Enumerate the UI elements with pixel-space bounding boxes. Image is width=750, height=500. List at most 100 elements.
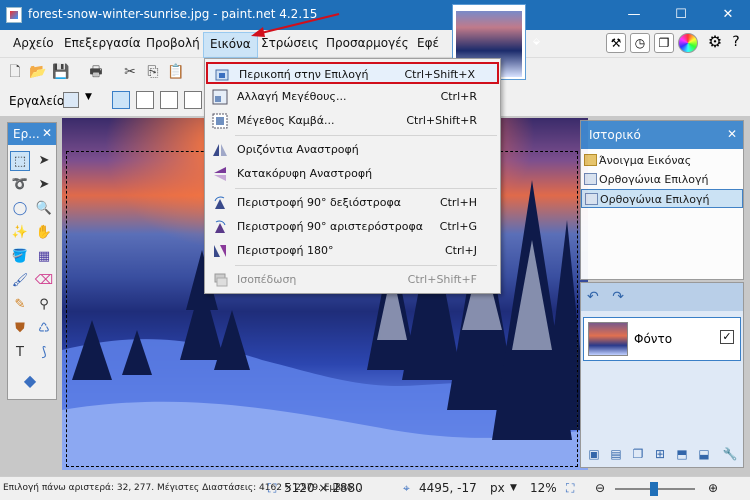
menu-view[interactable]: Προβολή xyxy=(146,36,200,50)
flip-vertical-icon xyxy=(212,166,228,182)
maximize-button[interactable]: ☐ xyxy=(663,4,699,26)
menu-item-rotate-90-cw[interactable]: Περιστροφή 90° δεξιόστροφα Ctrl+H xyxy=(206,192,499,214)
zoom-level[interactable]: 12% xyxy=(530,481,557,495)
paintbrush-icon[interactable]: 🖌 xyxy=(10,271,30,291)
menu-item-rotate-90-ccw[interactable]: Περιστροφή 90° αριστερόστροφα Ctrl+G xyxy=(206,216,499,238)
menu-file[interactable]: Αρχείο xyxy=(13,36,54,50)
document-dropdown-icon[interactable]: ⬙ xyxy=(533,37,543,47)
layer-properties-icon[interactable]: 🔧 xyxy=(721,445,739,463)
delete-layer-icon[interactable]: ▤ xyxy=(607,445,625,463)
colors-toggle-icon[interactable] xyxy=(678,33,698,53)
paintnet-app-icon xyxy=(6,7,22,23)
zoom-to-window-icon[interactable]: ⛶ xyxy=(566,481,574,496)
magic-wand-icon[interactable]: ✨ xyxy=(10,223,30,243)
new-file-icon[interactable]: 🗋 xyxy=(5,62,25,82)
unit-dropdown-icon[interactable]: ▼ xyxy=(510,483,517,493)
cut-icon[interactable]: ✂ xyxy=(120,62,140,82)
selection-mode-intersect[interactable] xyxy=(184,91,202,109)
selection-mode-exclude[interactable] xyxy=(160,91,178,109)
pencil-icon[interactable]: ✎ xyxy=(10,295,30,315)
minimize-button[interactable]: — xyxy=(616,4,652,26)
lasso-select-icon[interactable]: ➰ xyxy=(10,175,30,195)
menu-item-rotate-180[interactable]: Περιστροφή 180° Ctrl+J xyxy=(206,240,499,262)
ellipse-select-icon[interactable]: ◯ xyxy=(10,199,30,219)
settings-gear-icon[interactable]: ⚙ xyxy=(705,33,725,53)
paint-bucket-icon[interactable]: 🪣 xyxy=(10,247,30,267)
menu-item-flip-vertical[interactable]: Κατακόρυφη Αναστροφή xyxy=(206,163,499,185)
layer-row[interactable]: Φόντο ✓ xyxy=(583,317,741,361)
menu-item-resize[interactable]: Αλλαγή Μεγέθους... Ctrl+R xyxy=(206,86,499,108)
zoom-icon[interactable]: 🔍 xyxy=(34,199,54,219)
menu-edit[interactable]: Επεξεργασία xyxy=(64,36,141,50)
history-panel-header[interactable]: Ιστορικό ✕ xyxy=(581,121,743,149)
shapes-icon[interactable]: ◆ xyxy=(20,371,40,391)
recolor-icon[interactable]: ♺ xyxy=(34,319,54,339)
close-icon[interactable]: ✕ xyxy=(42,126,52,140)
history-toggle-icon[interactable]: ◷ xyxy=(630,33,650,53)
paste-icon[interactable]: 📋 xyxy=(166,62,186,82)
layers-panel-header[interactable]: ↶ ↷ xyxy=(581,283,743,311)
duplicate-layer-icon[interactable]: ❐ xyxy=(629,445,647,463)
tools-panel-header[interactable]: Ερ... ✕ xyxy=(8,123,56,145)
pan-icon[interactable]: ✋ xyxy=(34,223,54,243)
selection-mode-union[interactable] xyxy=(136,91,154,109)
rectangle-select-icon[interactable]: ⬚ xyxy=(10,151,30,171)
crop-icon xyxy=(214,67,230,83)
image-size-icon: ⛶ xyxy=(268,481,277,495)
open-file-icon[interactable]: 📂 xyxy=(28,62,48,82)
close-icon[interactable]: ✕ xyxy=(727,127,737,141)
zoom-in-icon[interactable]: ⊕ xyxy=(708,481,718,495)
text-icon[interactable]: T xyxy=(10,343,30,363)
move-layer-up-icon[interactable]: ⬒ xyxy=(673,445,691,463)
history-item[interactable]: Ορθογώνια Επιλογή xyxy=(581,170,743,189)
zoom-out-icon[interactable]: ⊖ xyxy=(595,481,605,495)
history-item-current[interactable]: Ορθογώνια Επιλογή xyxy=(581,189,743,208)
color-picker-icon[interactable]: ⚲ xyxy=(34,295,54,315)
gradient-icon[interactable]: ▦ xyxy=(34,247,54,267)
layer-visibility-checkbox[interactable]: ✓ xyxy=(720,330,734,344)
eraser-icon[interactable]: ⌫ xyxy=(34,271,54,291)
clone-stamp-icon[interactable]: ⛊ xyxy=(10,319,30,339)
tools-panel-title: Ερ... xyxy=(13,127,40,141)
layer-thumbnail xyxy=(588,322,628,356)
current-tool-icon[interactable] xyxy=(63,92,79,108)
add-layer-icon[interactable]: ▣ xyxy=(585,445,603,463)
layers-toggle-icon[interactable]: ❐ xyxy=(654,33,674,53)
menu-effects[interactable]: Εφέ xyxy=(417,36,439,50)
rotate-180-icon xyxy=(212,243,228,259)
history-item[interactable]: Άνοιγμα Εικόνας xyxy=(581,151,743,170)
close-button[interactable]: ✕ xyxy=(710,4,746,26)
menu-item-flip-horizontal[interactable]: Οριζόντια Αναστροφή xyxy=(206,139,499,161)
help-icon[interactable]: ? xyxy=(726,33,746,53)
image-menu-dropdown: Περικοπή στην Επιλογή Ctrl+Shift+X Αλλαγ… xyxy=(204,58,501,294)
tool-dropdown-icon[interactable]: ▼ xyxy=(85,92,92,102)
history-panel-title: Ιστορικό xyxy=(589,128,641,142)
annotation-arrow xyxy=(251,13,340,37)
line-curve-icon[interactable]: ⟆ xyxy=(34,343,54,363)
menu-item-canvas-size[interactable]: Μέγεθος Καμβά... Ctrl+Shift+R xyxy=(206,110,499,132)
move-selected-icon[interactable]: ➤ xyxy=(34,151,54,171)
flatten-icon xyxy=(212,272,228,288)
zoom-slider-thumb[interactable] xyxy=(650,482,658,496)
move-selection-icon[interactable]: ➤ xyxy=(34,175,54,195)
cursor-position: 4495, -17 xyxy=(419,481,477,495)
save-icon[interactable]: 💾 xyxy=(51,62,71,82)
redo-icon[interactable]: ↷ xyxy=(612,289,624,305)
flip-horizontal-icon xyxy=(212,142,228,158)
rotate-cw-icon xyxy=(212,195,228,211)
rotate-ccw-icon xyxy=(212,219,228,235)
unit-selector[interactable]: px xyxy=(490,481,505,495)
print-icon[interactable]: 🖶 xyxy=(86,62,106,82)
selection-mode-replace[interactable] xyxy=(112,91,130,109)
merge-layer-down-icon[interactable]: ⊞ xyxy=(651,445,669,463)
copy-icon[interactable]: ⎘ xyxy=(143,62,163,82)
title-bar: forest-snow-winter-sunrise.jpg - paint.n… xyxy=(0,0,750,30)
menu-separator xyxy=(235,265,497,266)
tools-toggle-icon[interactable]: ⚒ xyxy=(606,33,626,53)
move-layer-down-icon[interactable]: ⬓ xyxy=(695,445,713,463)
menu-item-flatten[interactable]: Ισοπέδωση Ctrl+Shift+F xyxy=(206,269,499,291)
menu-item-crop-to-selection[interactable]: Περικοπή στην Επιλογή Ctrl+Shift+X xyxy=(206,62,499,84)
cursor-position-icon: ⌖ xyxy=(403,481,410,495)
undo-icon[interactable]: ↶ xyxy=(587,289,599,305)
resize-icon xyxy=(212,89,228,105)
